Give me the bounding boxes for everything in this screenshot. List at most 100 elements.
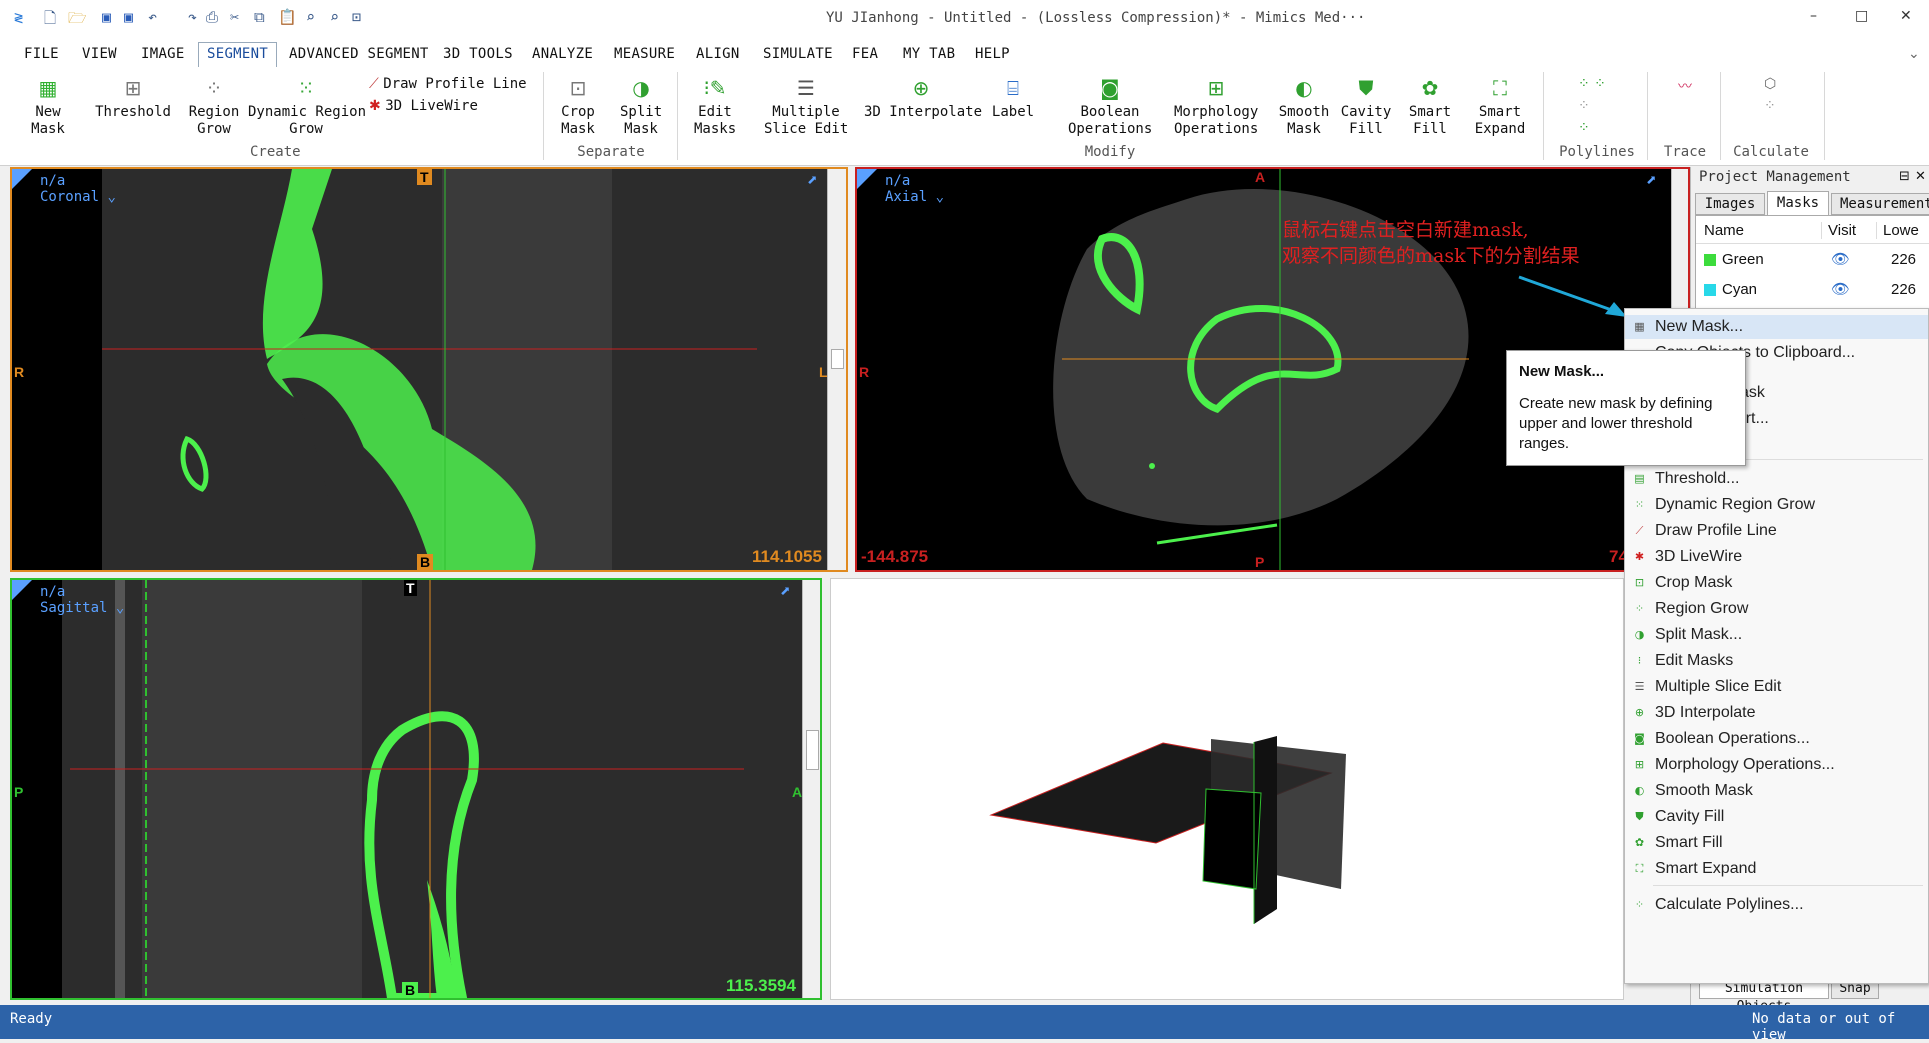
panel-close-icon[interactable]: ✕ (1915, 169, 1926, 184)
polyline-tool-icon[interactable]: ⁘ ⁘ (1578, 76, 1606, 92)
menu-file[interactable]: FILE (24, 46, 59, 62)
tooltip: New Mask... Create new mask by defining … (1506, 350, 1746, 466)
calculate-tool-icon[interactable]: ⁘ (1764, 98, 1776, 114)
paste-icon[interactable]: 📋 (278, 8, 297, 26)
print-icon[interactable]: ⎙ (206, 8, 218, 26)
undo-icon[interactable]: ↶ (148, 8, 157, 26)
context-menu-item[interactable]: ⛶ Smart Expand (1625, 857, 1928, 881)
menu-view[interactable]: VIEW (82, 46, 117, 62)
sagittal-view-dropdown[interactable]: Sagittal ⌄ (40, 600, 124, 616)
coronal-view-dropdown[interactable]: Coronal ⌄ (40, 189, 116, 205)
column-name[interactable]: Name (1704, 222, 1744, 239)
redo-icon[interactable]: ↷ (188, 8, 197, 26)
open-folder-icon[interactable]: 🗁 (68, 8, 87, 33)
context-menu-item[interactable]: ⁝ Edit Masks (1625, 649, 1928, 673)
context-menu-item[interactable]: ◙ Boolean Operations... (1625, 727, 1928, 751)
minimize-button[interactable]: – (1810, 8, 1817, 24)
boolean-operations-button[interactable]: ◙ Boolean Operations (1068, 68, 1152, 138)
smooth-mask-button[interactable]: ◐ Smooth Mask (1278, 68, 1330, 138)
livewire-3d-button[interactable]: ✱ 3D LiveWire (369, 98, 478, 114)
context-menu-item[interactable]: ☰ Multiple Slice Edit (1625, 675, 1928, 699)
polyline-tool-icon[interactable]: ⁘ (1578, 98, 1590, 114)
tab-masks[interactable]: Masks (1767, 191, 1829, 215)
context-menu-item[interactable]: ⊡ Crop Mask (1625, 571, 1928, 595)
coronal-scrollbar[interactable] (827, 169, 846, 570)
menu-advanced-segment[interactable]: ADVANCED SEGMENT (289, 46, 429, 62)
eye-icon[interactable]: 👁 (1831, 250, 1850, 268)
cavity-fill-button[interactable]: ⛊ Cavity Fill (1340, 68, 1392, 138)
zoom-icon[interactable]: ⌕ (330, 8, 339, 26)
edit-masks-button[interactable]: ⁝✎ Edit Masks (694, 68, 736, 138)
column-lower[interactable]: Lowe (1876, 222, 1919, 239)
interpolate-3d-button[interactable]: ⊕ 3D Interpolate (864, 68, 982, 121)
dynamic-region-grow-button[interactable]: ⁙ Dynamic Region Grow (248, 68, 366, 138)
menu-fea[interactable]: FEA (852, 46, 878, 62)
context-menu-item[interactable]: ▤ Threshold... (1625, 467, 1928, 491)
menu-my-tab[interactable]: MY TAB (903, 46, 955, 62)
ribbon-separator (543, 72, 544, 160)
context-menu-item[interactable]: ⁙ Dynamic Region Grow (1625, 493, 1928, 517)
menu-align[interactable]: ALIGN (696, 46, 740, 62)
new-mask-button[interactable]: ▦ New Mask (26, 68, 70, 138)
new-file-icon[interactable]: 🗋 (44, 8, 56, 33)
menu-analyze[interactable]: ANALYZE (532, 46, 593, 62)
3d-viewport[interactable] (830, 578, 1624, 1000)
menu-help[interactable]: HELP (975, 46, 1010, 62)
smart-expand-button[interactable]: ⛶ Smart Expand (1474, 68, 1526, 138)
context-menu-item[interactable]: ⟋ Draw Profile Line (1625, 519, 1928, 543)
menu-segment[interactable]: SEGMENT (198, 42, 278, 67)
table-row[interactable]: Green 👁 226 (1696, 246, 1929, 274)
search-icon[interactable]: ⌕ (306, 8, 315, 26)
menu-simulate[interactable]: SIMULATE (763, 46, 833, 62)
calculate-3d-icon[interactable]: ⬡ (1764, 76, 1776, 92)
cut-icon[interactable]: ✂ (230, 8, 239, 26)
split-mask-button[interactable]: ◑ Split Mask (620, 68, 662, 138)
maximize-view-icon[interactable]: ⬈ (807, 172, 818, 190)
table-row[interactable]: Cyan 👁 226 (1696, 276, 1929, 304)
menu-image[interactable]: IMAGE (141, 46, 185, 62)
save-as-icon[interactable]: ▣ (124, 8, 133, 26)
eye-icon[interactable]: 👁 (1831, 280, 1850, 298)
save-icon[interactable]: ▣ (102, 8, 111, 26)
crop-mask-button[interactable]: ⊡ Crop Mask (557, 68, 599, 138)
context-menu-item[interactable]: ◑ Split Mask... (1625, 623, 1928, 647)
region-grow-button[interactable]: ⁘ Region Grow (188, 68, 240, 138)
context-menu-item[interactable]: ✱ 3D LiveWire (1625, 545, 1928, 569)
ribbon-collapse-icon[interactable]: ⌄ (1908, 46, 1920, 62)
context-menu-item[interactable]: ⁘ Region Grow (1625, 597, 1928, 621)
fit-view-icon[interactable]: ⊡ (352, 8, 361, 26)
sagittal-bottom-marker: B (402, 982, 419, 998)
copy-icon[interactable]: ⧉ (254, 8, 265, 26)
column-visit[interactable]: Visit (1821, 222, 1856, 239)
close-button[interactable]: ✕ (1900, 8, 1912, 24)
polyline-tool-icon[interactable]: ⁘ (1578, 120, 1590, 136)
context-menu-item[interactable]: ⁘ Calculate Polylines... (1625, 893, 1928, 917)
status-text: Ready (10, 1011, 53, 1027)
context-menu-item[interactable]: ✿ Smart Fill (1625, 831, 1928, 855)
context-menu-item[interactable]: ⊞ Morphology Operations... (1625, 753, 1928, 777)
maximize-button[interactable]: □ (1855, 8, 1868, 24)
menu-measure[interactable]: MEASURE (614, 46, 675, 62)
draw-profile-line-label: Draw Profile Line (383, 76, 527, 92)
app-logo-icon: ≷ (14, 8, 24, 26)
sagittal-viewport[interactable]: n/a Sagittal ⌄ ⬈ T B P A 115.3594 (10, 578, 822, 1000)
morphology-operations-button[interactable]: ⊞ Morphology Operations (1174, 68, 1258, 138)
coronal-viewport[interactable]: n/a Coronal ⌄ ⬈ T B R L 114.1055 (10, 167, 848, 572)
multiple-slice-edit-button[interactable]: ☰ Multiple Slice Edit (764, 68, 848, 138)
tab-images[interactable]: Images (1695, 193, 1765, 215)
panel-pin-icon[interactable]: ⊟ (1899, 169, 1910, 184)
menu-3d-tools[interactable]: 3D TOOLS (443, 46, 513, 62)
context-menu-item[interactable]: ▦ New Mask... (1625, 315, 1928, 339)
threshold-button[interactable]: ⊞ Threshold (93, 68, 173, 121)
draw-profile-line-button[interactable]: ⟋ Draw Profile Line (369, 76, 527, 92)
smart-fill-button[interactable]: ✿ Smart Fill (1404, 68, 1456, 138)
label-button[interactable]: ⌸ Label (991, 68, 1035, 121)
context-menu-item[interactable]: ◐ Smooth Mask (1625, 779, 1928, 803)
tab-measurements[interactable]: Measurements (1831, 193, 1929, 215)
polylines-icon: ⁘ (1634, 898, 1645, 911)
context-menu-item[interactable]: ⛊ Cavity Fill (1625, 805, 1928, 829)
sagittal-scrollbar[interactable] (802, 580, 820, 998)
maximize-view-icon[interactable]: ⬈ (780, 583, 791, 601)
context-menu-item[interactable]: ⊕ 3D Interpolate (1625, 701, 1928, 725)
trace-icon[interactable]: 〰 (1678, 76, 1692, 96)
